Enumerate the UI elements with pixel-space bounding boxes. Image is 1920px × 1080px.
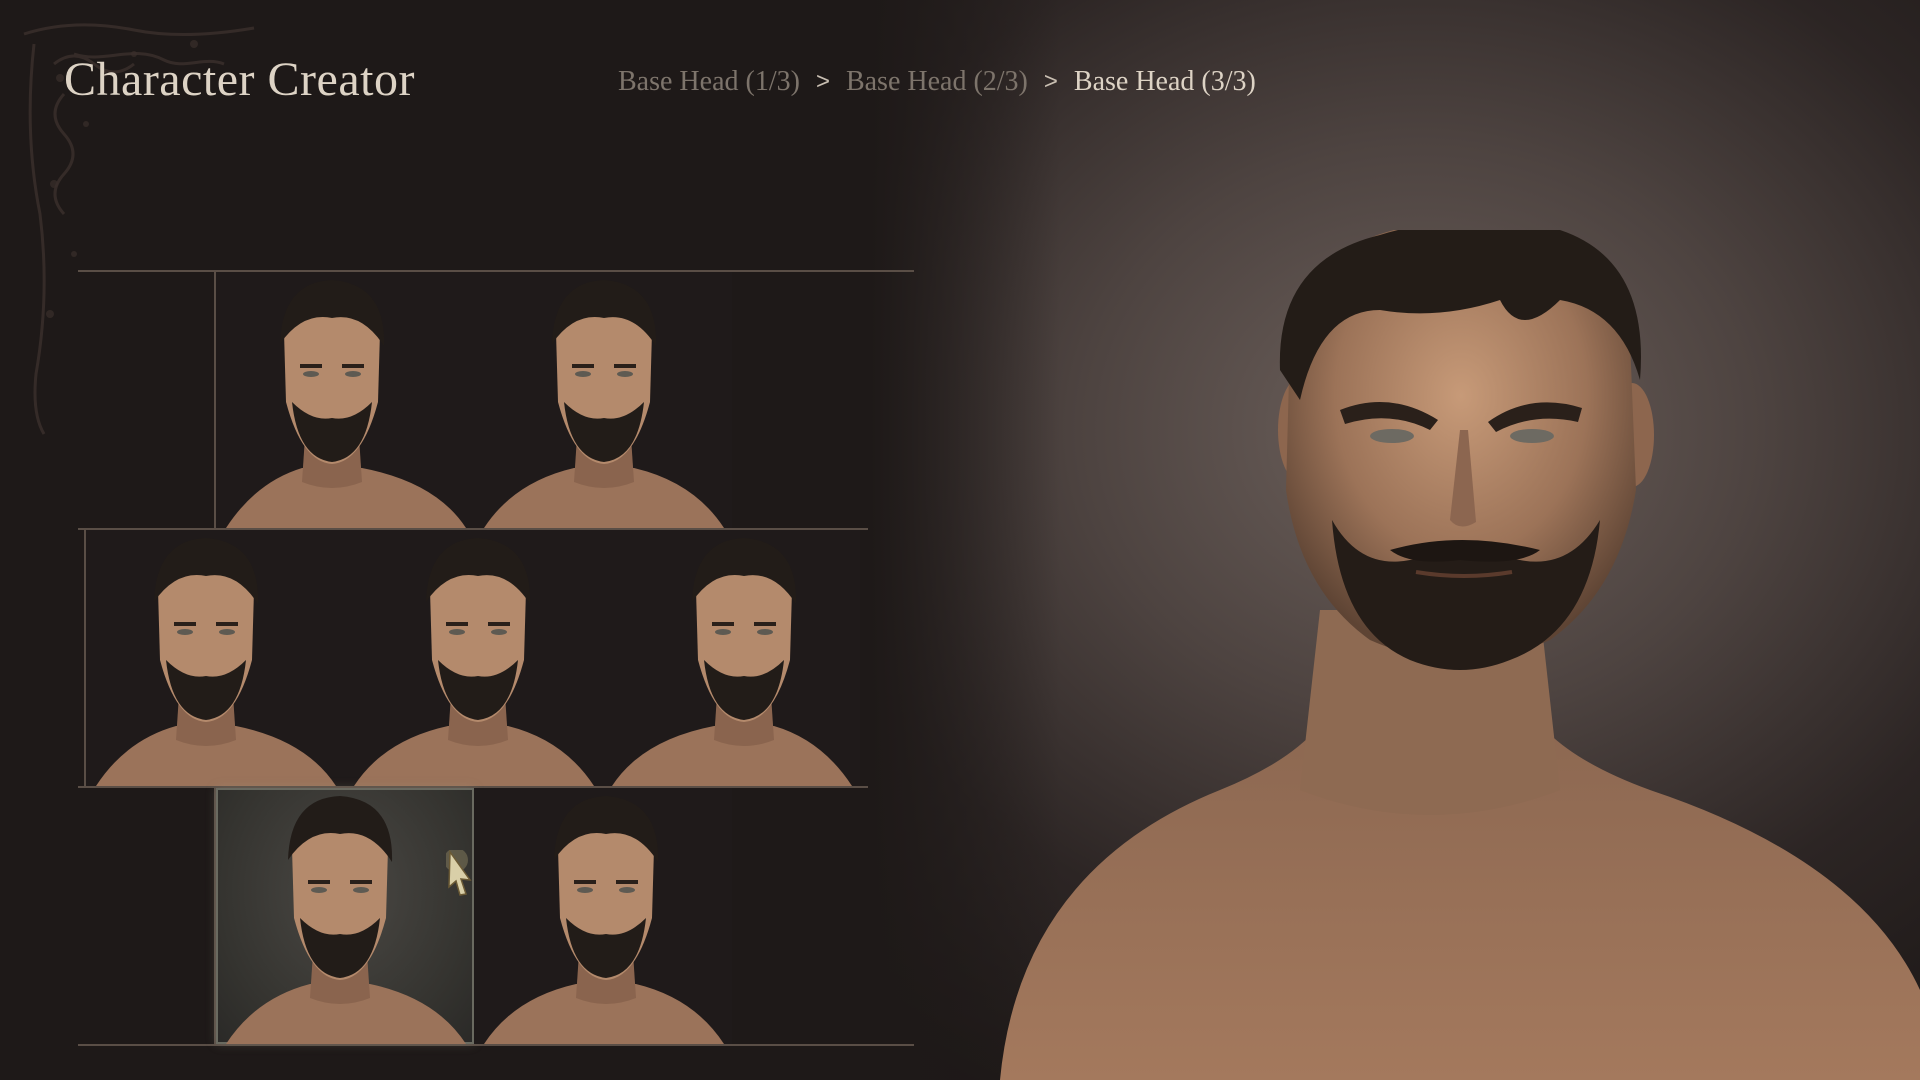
head-option-2[interactable]	[474, 272, 732, 528]
head-portrait-image	[612, 538, 852, 786]
head-option-3[interactable]	[86, 530, 344, 786]
head-portrait-image	[96, 538, 336, 786]
head-option-4[interactable]	[344, 530, 602, 786]
gauntlet-pointer-icon	[446, 850, 472, 896]
head-option-6-selected[interactable]	[216, 788, 474, 1044]
head-option-5[interactable]	[602, 530, 860, 786]
head-portrait-image	[354, 538, 594, 786]
character-creator-screen: Character Creator Base Head (1/3) > Base…	[0, 0, 1920, 1080]
head-option-7[interactable]	[474, 788, 732, 1044]
page-title: Character Creator	[64, 53, 415, 106]
breadcrumb-separator: >	[1043, 68, 1058, 95]
breadcrumb-item-base-head-2[interactable]: Base Head (2/3)	[846, 66, 1028, 98]
head-portrait-image	[484, 796, 724, 1044]
breadcrumb-separator: >	[815, 68, 830, 95]
character-preview-model	[1000, 230, 1920, 1080]
grid-divider	[78, 1044, 914, 1046]
head-portrait-image	[226, 796, 466, 1044]
head-selection-grid	[78, 266, 914, 1050]
head-option-1[interactable]	[216, 272, 474, 528]
head-portrait-image	[484, 280, 724, 528]
breadcrumb-item-base-head-3[interactable]: Base Head (3/3)	[1074, 66, 1256, 98]
breadcrumb-item-base-head-1[interactable]: Base Head (1/3)	[618, 66, 800, 98]
breadcrumb: Base Head (1/3) > Base Head (2/3) > Base…	[618, 66, 1256, 98]
head-portrait-image	[226, 280, 466, 528]
